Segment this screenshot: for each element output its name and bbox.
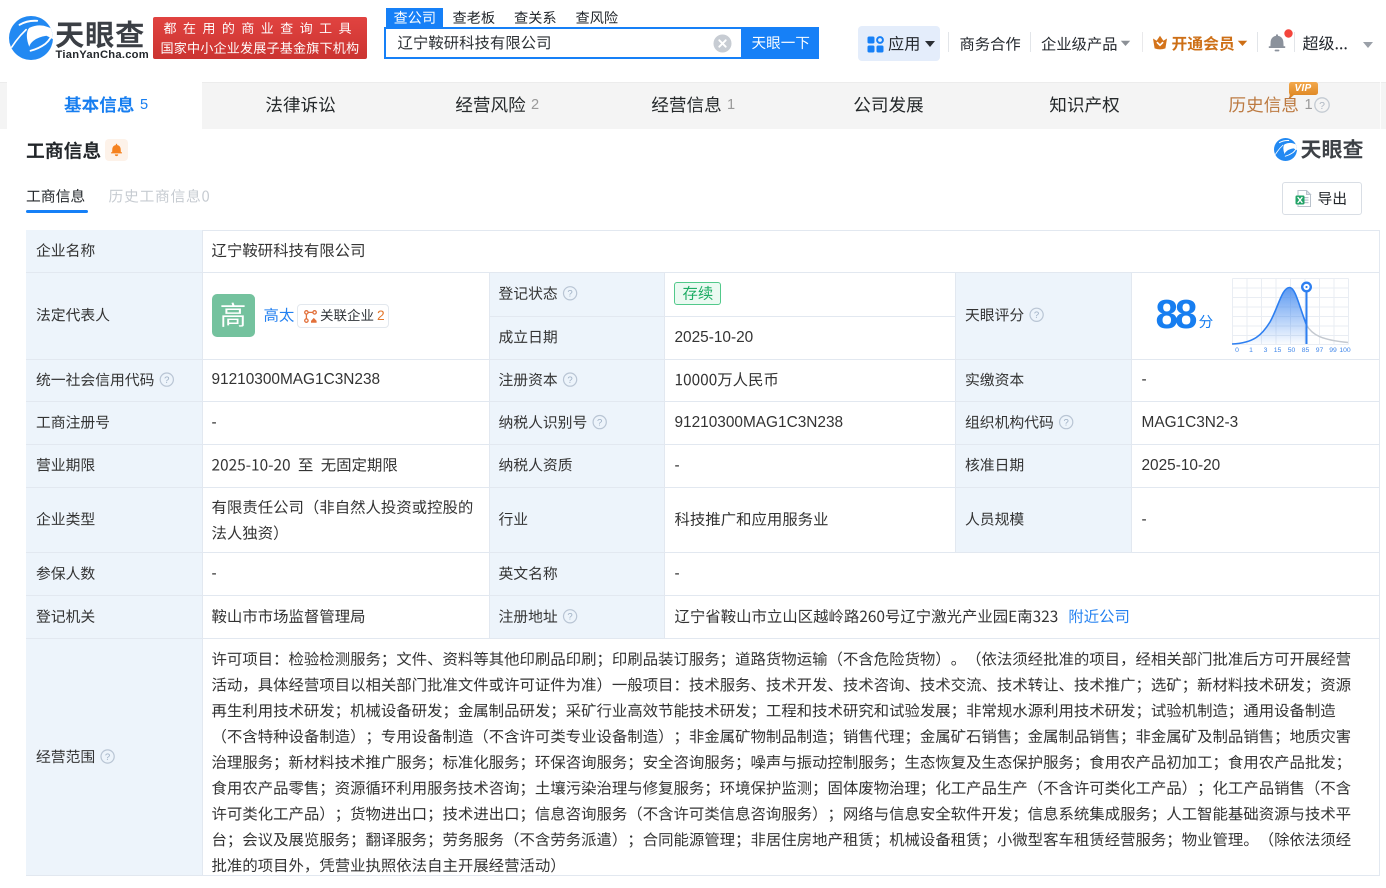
svg-text:85: 85 [1302, 347, 1310, 353]
svg-text:100: 100 [1339, 347, 1351, 353]
svg-text:3: 3 [1264, 347, 1268, 353]
svg-text:15: 15 [1274, 347, 1282, 353]
svg-text:?: ? [1319, 100, 1325, 112]
svg-text:0: 0 [1235, 347, 1239, 353]
svg-text:99: 99 [1329, 347, 1337, 353]
svg-text:97: 97 [1316, 347, 1324, 353]
svg-text:1: 1 [1249, 347, 1253, 353]
svg-text:50: 50 [1288, 347, 1296, 353]
